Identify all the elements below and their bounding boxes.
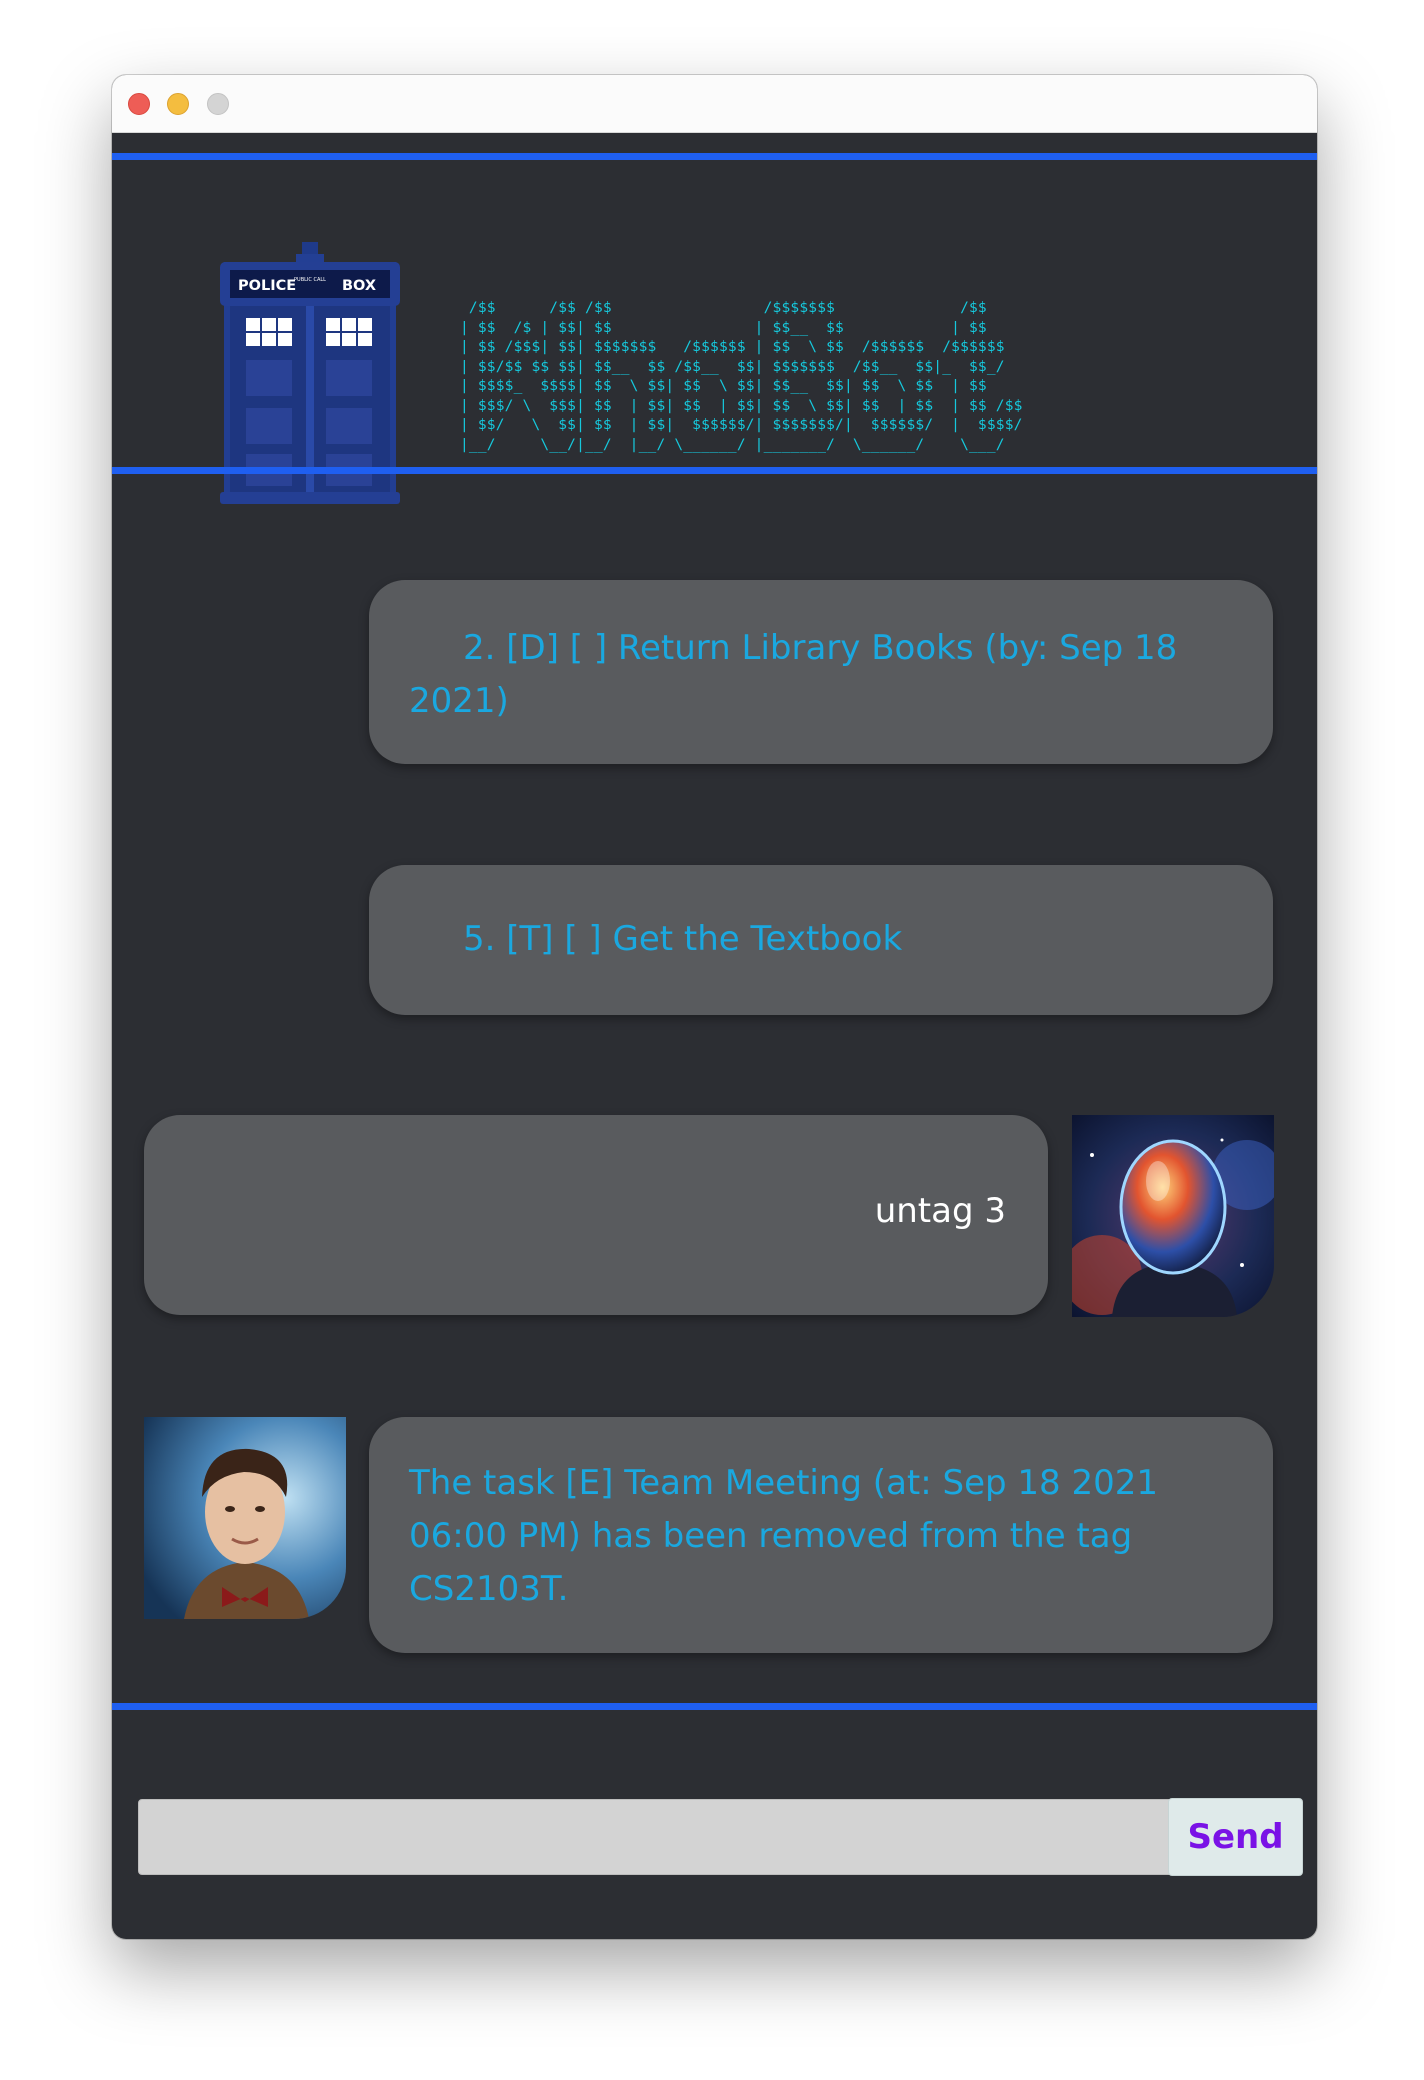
user-message-bubble: untag 3 bbox=[144, 1115, 1048, 1315]
close-window-button[interactable] bbox=[128, 93, 150, 115]
message-input[interactable] bbox=[138, 1799, 1256, 1875]
logo-text-public-call: PUBLIC CALL bbox=[294, 277, 326, 283]
message-text: The task [E] Team Meeting (at: Sep 18 20… bbox=[409, 1463, 1158, 1609]
logo-text-police: POLICE bbox=[238, 278, 296, 294]
message-text: 5. [T] [ ] Get the Textbook bbox=[463, 919, 903, 959]
bot-message-bubble: The task [E] Team Meeting (at: Sep 18 20… bbox=[369, 1417, 1273, 1653]
header-bottom-divider bbox=[112, 467, 1317, 474]
bot-message-bubble: 5. [T] [ ] Get the Textbook bbox=[369, 865, 1273, 1015]
title-bar bbox=[112, 75, 1317, 133]
bot-message-bubble: 2. [D] [ ] Return Library Books (by: Sep… bbox=[369, 580, 1273, 764]
user-avatar bbox=[1072, 1115, 1274, 1317]
ascii-title-banner: /$$ /$$ /$$ /$$$$$$$ /$$ | $$ /$ | $$| $… bbox=[460, 300, 1023, 453]
logo-text-box: BOX bbox=[342, 278, 376, 294]
header-top-divider bbox=[112, 153, 1317, 160]
header-banner: POLICE PUBLIC CALL BOX /$$ /$$ /$$ /$$$$… bbox=[112, 157, 1317, 504]
bot-avatar bbox=[144, 1417, 346, 1619]
send-button[interactable]: Send bbox=[1168, 1798, 1303, 1876]
tardis-police-box-icon: POLICE PUBLIC CALL BOX bbox=[220, 242, 400, 504]
input-top-divider bbox=[112, 1703, 1317, 1710]
message-text: 2. [D] [ ] Return Library Books (by: Sep… bbox=[409, 628, 1178, 721]
minimize-window-button[interactable] bbox=[167, 93, 189, 115]
message-text: untag 3 bbox=[874, 1191, 1006, 1231]
app-window: POLICE PUBLIC CALL BOX /$$ /$$ /$$ /$$$$… bbox=[112, 75, 1317, 1939]
maximize-window-button[interactable] bbox=[207, 93, 229, 115]
